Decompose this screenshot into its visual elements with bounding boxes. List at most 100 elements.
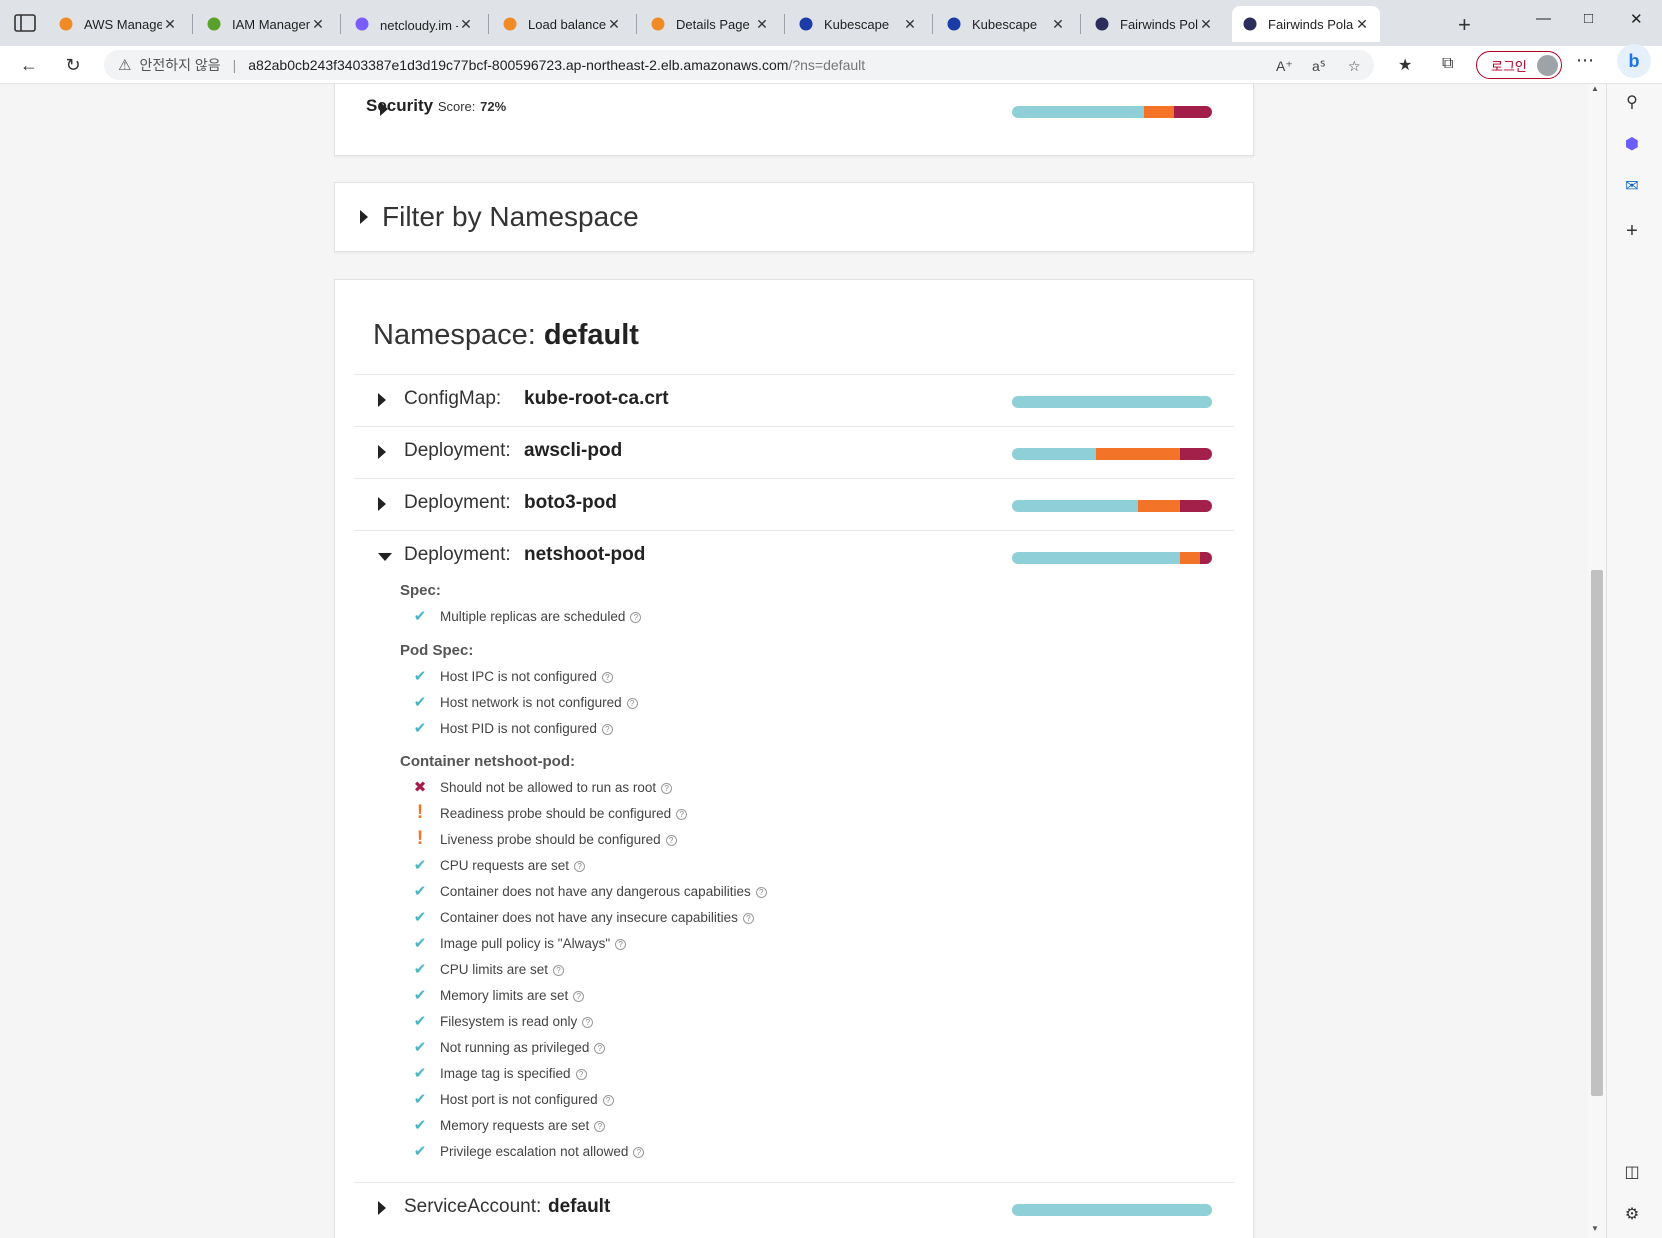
close-tab-icon[interactable]: ✕ xyxy=(902,16,918,33)
resource-name: kube-root-ca.crt xyxy=(524,388,669,409)
outlook-icon[interactable]: ✉ xyxy=(1620,174,1644,198)
tab-bar: AWS Managemen✕IAM Managemen✕netcloudy.im… xyxy=(0,0,1662,46)
resource-score-bar xyxy=(1012,448,1212,460)
close-tab-icon[interactable]: ✕ xyxy=(458,16,474,33)
browser-tab[interactable]: Fairwinds Polaris✕ xyxy=(1232,6,1380,42)
bing-chat-icon[interactable]: b xyxy=(1617,44,1651,78)
help-icon[interactable]: ? xyxy=(626,697,638,709)
read-aloud-icon[interactable]: A⁺ xyxy=(1276,58,1293,75)
search-icon[interactable]: ⚲ xyxy=(1620,90,1644,114)
resource-row[interactable]: ServiceAccount: default xyxy=(354,1182,1234,1234)
close-tab-icon[interactable]: ✕ xyxy=(606,16,622,33)
browser-tab[interactable]: IAM Managemen✕ xyxy=(196,6,336,42)
tab-title: Load balancers | E xyxy=(528,16,606,32)
expand-caret-icon[interactable] xyxy=(378,393,386,407)
help-icon[interactable]: ? xyxy=(615,938,627,950)
help-icon[interactable]: ? xyxy=(601,671,613,683)
translate-icon[interactable]: aᔆ xyxy=(1312,58,1326,75)
help-icon[interactable]: ? xyxy=(594,1042,606,1054)
resource-score-bar xyxy=(1012,552,1212,564)
help-icon[interactable]: ? xyxy=(665,834,677,846)
maximize-icon[interactable]: □ xyxy=(1584,10,1593,27)
minimize-icon[interactable]: — xyxy=(1536,10,1551,27)
browser-tab[interactable]: AWS Managemen✕ xyxy=(48,6,188,42)
help-icon[interactable]: ? xyxy=(553,964,565,976)
add-sidebar-app-icon[interactable]: + xyxy=(1620,219,1644,243)
close-window-icon[interactable]: ✕ xyxy=(1630,10,1643,28)
sidebar-toggle-icon[interactable]: ◫ xyxy=(1620,1160,1644,1184)
security-status[interactable]: 안전하지 않음 xyxy=(139,55,220,75)
check-label: Container does not have any insecure cap… xyxy=(440,910,754,925)
check-item: ✔ Image tag is specified? xyxy=(410,1062,587,1084)
refresh-icon[interactable]: ↻ xyxy=(60,52,86,78)
notion-icon xyxy=(354,16,370,32)
expand-caret-icon[interactable] xyxy=(378,497,386,511)
check-item: ✔ Host PID is not configured? xyxy=(410,717,613,739)
filter-expand-icon[interactable] xyxy=(360,210,368,224)
help-icon[interactable]: ? xyxy=(676,808,688,820)
help-icon[interactable]: ? xyxy=(633,1146,645,1158)
add-favorite-icon[interactable]: ☆ xyxy=(1348,58,1361,75)
ec2-icon xyxy=(650,16,666,32)
resource-row[interactable]: ConfigMap: kube-root-ca.crt xyxy=(354,374,1234,426)
expand-caret-icon[interactable] xyxy=(378,445,386,459)
help-icon[interactable]: ? xyxy=(575,1068,587,1080)
check-label: CPU requests are set? xyxy=(440,858,586,873)
filter-title[interactable]: Filter by Namespace xyxy=(382,201,639,233)
favorites-icon[interactable]: ★ xyxy=(1398,55,1412,75)
help-icon[interactable]: ? xyxy=(630,611,642,623)
tab-title: Kubescape xyxy=(824,16,890,32)
help-icon[interactable]: ? xyxy=(582,1016,594,1028)
warning-icon[interactable]: ⚠ xyxy=(118,56,131,74)
check-label: Container does not have any dangerous ca… xyxy=(440,884,767,899)
bar-warn-segment xyxy=(1180,552,1200,564)
help-icon[interactable]: ? xyxy=(601,723,613,735)
resource-row[interactable]: Deployment: awscli-pod xyxy=(354,426,1234,478)
resource-row[interactable]: Deployment: boto3-pod xyxy=(354,478,1234,530)
browser-tab[interactable]: Kubescape ✕ xyxy=(936,6,1076,42)
check-label: CPU limits are set? xyxy=(440,962,565,977)
scroll-down-icon[interactable]: ▼ xyxy=(1591,1224,1599,1233)
security-summary[interactable]: Security Score: 72% xyxy=(366,96,506,116)
browser-tab[interactable]: netcloudy.im - 새✕ xyxy=(344,6,484,42)
browser-tab[interactable]: Fairwinds Polaris✕ xyxy=(1084,6,1224,42)
help-icon[interactable]: ? xyxy=(602,1094,614,1106)
security-title: Security xyxy=(366,96,434,115)
help-icon[interactable]: ? xyxy=(755,886,767,898)
collections-icon[interactable]: ⧉ xyxy=(1442,55,1453,73)
check-item: ✖ Should not be allowed to run as root? xyxy=(410,776,673,798)
help-icon[interactable]: ? xyxy=(573,990,585,1002)
exclamation-icon: ! xyxy=(416,802,424,823)
help-icon[interactable]: ? xyxy=(574,860,586,872)
browser-tab[interactable]: Load balancers | E✕ xyxy=(492,6,632,42)
resource-kind: Deployment: xyxy=(404,492,511,513)
tab-actions-icon[interactable] xyxy=(14,14,36,32)
browser-tab[interactable]: Details Page | EC2✕ xyxy=(640,6,780,42)
close-tab-icon[interactable]: ✕ xyxy=(1354,16,1370,33)
close-tab-icon[interactable]: ✕ xyxy=(1050,16,1066,33)
close-tab-icon[interactable]: ✕ xyxy=(754,16,770,33)
more-options-icon[interactable]: ⋯ xyxy=(1576,50,1595,71)
help-icon[interactable]: ? xyxy=(594,1120,606,1132)
checkmark-icon: ✔ xyxy=(413,857,427,874)
checkmark-icon: ✔ xyxy=(413,1013,427,1030)
copilot-icon[interactable]: ⬢ xyxy=(1620,132,1644,156)
profile-login-button[interactable]: 로그인 xyxy=(1476,51,1562,79)
help-icon[interactable]: ? xyxy=(742,912,754,924)
close-tab-icon[interactable]: ✕ xyxy=(1198,16,1214,33)
settings-gear-icon[interactable]: ⚙ xyxy=(1620,1202,1644,1226)
expand-caret-icon[interactable] xyxy=(378,1201,386,1215)
new-tab-button[interactable]: + xyxy=(1458,12,1471,38)
browser-tab[interactable]: Kubescape ✕ xyxy=(788,6,928,42)
collapse-caret-icon[interactable] xyxy=(378,553,392,561)
scrollbar-thumb[interactable] xyxy=(1591,570,1603,1096)
ec2-icon xyxy=(502,16,518,32)
close-tab-icon[interactable]: ✕ xyxy=(310,16,326,33)
resource-row[interactable]: Deployment: netshoot-pod xyxy=(354,530,1234,582)
back-icon[interactable]: ← xyxy=(16,52,42,78)
scroll-up-icon[interactable]: ▲ xyxy=(1591,84,1599,93)
bar-fail-segment xyxy=(1200,552,1212,564)
address-bar[interactable]: ⚠ 안전하지 않음 | a82ab0cb243f3403387e1d3d19c7… xyxy=(104,50,1374,80)
help-icon[interactable]: ? xyxy=(661,782,673,794)
close-tab-icon[interactable]: ✕ xyxy=(162,16,178,33)
